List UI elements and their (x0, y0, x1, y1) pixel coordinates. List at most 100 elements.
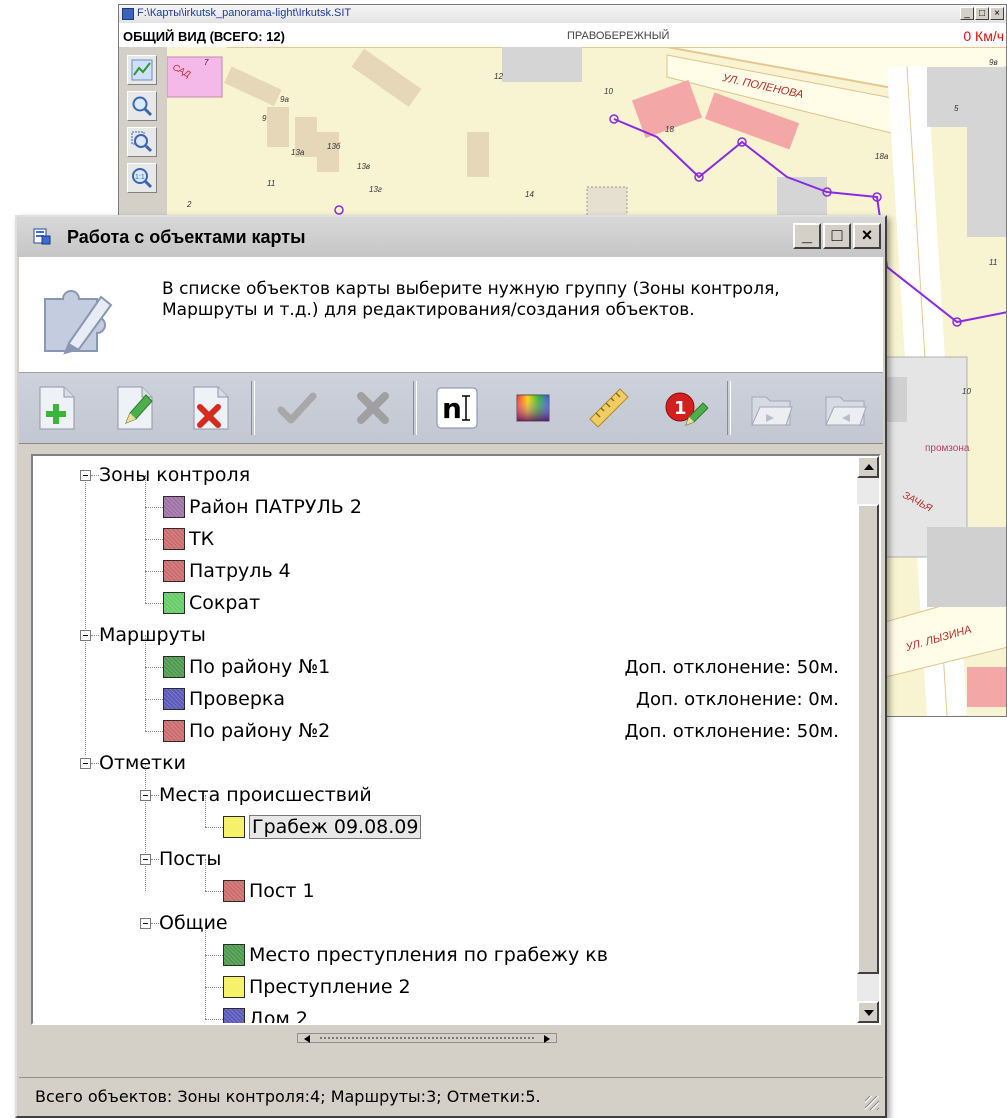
tree-group-marks[interactable]: Отметки (99, 747, 186, 779)
collapse-toggle[interactable] (80, 470, 91, 481)
color-swatch (163, 560, 185, 582)
tree-item[interactable]: По району №2 (163, 715, 330, 747)
folder-open-icon (751, 396, 793, 426)
map-maximize-button[interactable]: □ (975, 7, 989, 20)
map-objects-dialog: Работа с объектами карты _ □ × В списке … (15, 215, 887, 1118)
tree-item[interactable]: Сократ (163, 587, 260, 619)
tree-line (145, 571, 163, 572)
subgroup-label: Общие (159, 912, 228, 934)
collapse-toggle[interactable] (80, 758, 91, 769)
palette-button[interactable] (509, 384, 557, 432)
close-folder-button[interactable] (821, 384, 869, 432)
dialog-app-icon (33, 228, 51, 245)
cross-icon (357, 392, 389, 424)
track-tool-button[interactable] (127, 55, 157, 85)
tree-line (145, 699, 163, 700)
selected-item-label: Грабеж 09.08.09 (249, 815, 422, 839)
tree-item[interactable]: По району №1 (163, 651, 330, 683)
tree-subgroup-general[interactable]: Общие (159, 907, 228, 939)
dialog-toolbar: n 1 (19, 373, 883, 444)
collapse-toggle[interactable] (140, 854, 151, 865)
add-object-button[interactable] (33, 384, 81, 432)
tree-line (91, 475, 99, 476)
tree-item[interactable]: ТК (163, 523, 214, 555)
scroll-up-button[interactable] (857, 456, 879, 478)
scroll-thumb[interactable] (857, 504, 879, 974)
tree-group-routes[interactable]: Маршруты (99, 619, 206, 651)
tree-line (151, 859, 159, 860)
tree-item[interactable]: Патруль 4 (163, 555, 291, 587)
tree-group-zones[interactable]: Зоны контроля (99, 459, 250, 491)
tree-subgroup-posts[interactable]: Посты (159, 843, 221, 875)
tree-line (151, 795, 159, 796)
cancel-button[interactable] (349, 384, 397, 432)
puzzle-edit-icon (44, 290, 113, 355)
district-label: ПРАВОБЕРЕЖНЫЙ (567, 30, 670, 42)
subgroup-label: Места происшествий (159, 784, 372, 806)
panel-splitter[interactable] (297, 1033, 557, 1043)
tree-item[interactable]: Проверка (163, 683, 285, 715)
group-label: Отметки (99, 752, 186, 774)
tree-line (91, 635, 99, 636)
house-number: 13б (327, 142, 341, 151)
dialog-title-bar[interactable]: Работа с объектами карты _ □ × (17, 217, 885, 257)
zoom-area-icon (131, 131, 153, 153)
collapse-toggle[interactable] (80, 630, 91, 641)
tree-item[interactable]: Пост 1 (223, 875, 315, 907)
tree-item[interactable]: Место преступления по грабежу кв (223, 939, 608, 971)
item-label: Пост 1 (249, 880, 315, 902)
rename-button[interactable]: n (433, 384, 481, 432)
tree-line (145, 731, 163, 732)
house-number: 9в (989, 58, 998, 67)
numbered-edit-button[interactable]: 1 (661, 384, 709, 432)
route-deviation: Доп. отклонение: 0м. (635, 689, 839, 710)
scroll-down-button[interactable] (857, 1001, 879, 1023)
checkmark-icon (277, 392, 317, 424)
house-number: 13в (357, 162, 370, 171)
tree-subgroup-incidents[interactable]: Места происшествий (159, 779, 372, 811)
map-minimize-button[interactable]: _ (960, 7, 974, 20)
svg-text:n: n (442, 392, 462, 425)
zoom-actual-tool-button[interactable]: 1:1 (127, 163, 157, 193)
house-number: 11 (267, 179, 275, 188)
maximize-button[interactable]: □ (823, 223, 851, 249)
splitter-left-arrow[interactable] (304, 1035, 310, 1043)
status-text: Всего объектов: Зоны контроля:4; Маршрут… (35, 1087, 541, 1106)
edit-object-button[interactable] (111, 384, 159, 432)
delete-object-button[interactable] (187, 384, 235, 432)
apply-button[interactable] (273, 384, 321, 432)
collapse-toggle[interactable] (140, 790, 151, 801)
track-icon (131, 59, 153, 81)
zoom-in-tool-button[interactable] (127, 91, 157, 121)
item-label: Сократ (189, 592, 261, 614)
item-label: По району №2 (189, 720, 331, 742)
tree-line (151, 923, 159, 924)
map-close-button[interactable]: × (990, 7, 1004, 20)
tree-scrollbar[interactable] (857, 456, 879, 1023)
minimize-button[interactable]: _ (793, 223, 821, 249)
status-bar: Всего объектов: Зоны контроля:4; Маршрут… (19, 1077, 883, 1114)
item-label: По району №1 (189, 656, 331, 678)
tree-line (145, 667, 163, 668)
item-label: Патруль 4 (189, 560, 291, 582)
splitter-right-arrow[interactable] (544, 1035, 550, 1043)
map-title-bar: F:\Карты\irkutsk_panorama-light\Irkutsk.… (119, 5, 1006, 24)
color-swatch (163, 688, 185, 710)
tree-item[interactable]: Район ПАТРУЛЬ 2 (163, 491, 362, 523)
measure-button[interactable] (585, 384, 633, 432)
toolbar-separator (413, 381, 417, 435)
zoom-area-tool-button[interactable] (127, 127, 157, 157)
resize-grip[interactable] (865, 1096, 879, 1110)
tree-item[interactable]: Преступление 2 (223, 971, 411, 1003)
house-number: 13г (369, 185, 382, 194)
open-folder-button[interactable] (747, 384, 795, 432)
delete-document-icon (193, 386, 229, 430)
tree-item[interactable]: Грабеж 09.08.09 (223, 811, 422, 843)
color-swatch (163, 720, 185, 742)
color-swatch (223, 1008, 245, 1023)
objects-tree[interactable]: Зоны контроля Район ПАТРУЛЬ 2 ТК Патруль… (31, 454, 881, 1025)
close-button[interactable]: × (853, 223, 881, 249)
tree-item[interactable]: Дом 2 (223, 1003, 308, 1023)
collapse-toggle[interactable] (140, 918, 151, 929)
item-label: Место преступления по грабежу кв (249, 944, 608, 966)
